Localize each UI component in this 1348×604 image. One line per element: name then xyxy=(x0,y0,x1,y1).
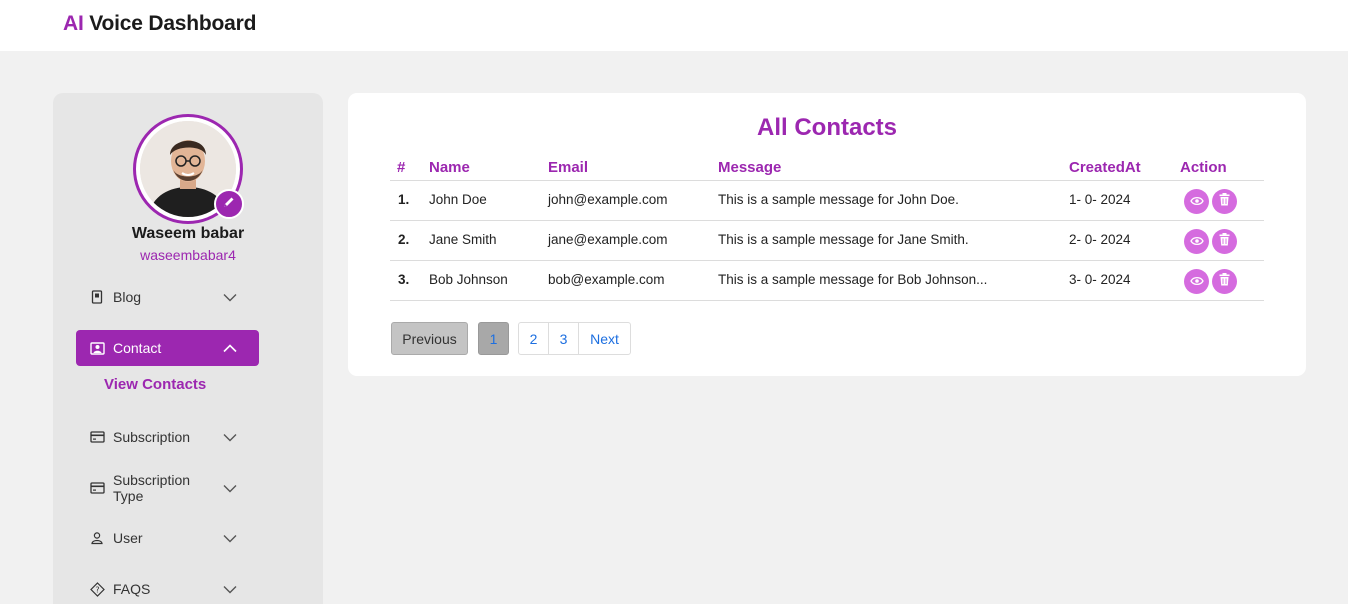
contact-created-at: 1- 0- 2024 xyxy=(1069,192,1131,207)
chevron-down-icon xyxy=(223,290,237,304)
user-icon xyxy=(89,530,105,546)
contact-name: Jane Smith xyxy=(429,232,497,247)
contact-created-at: 2- 0- 2024 xyxy=(1069,232,1131,247)
chevron-down-icon xyxy=(223,481,237,495)
delete-button[interactable] xyxy=(1212,269,1237,294)
pagination-next-button[interactable]: Next xyxy=(578,322,631,355)
avatar-frame xyxy=(133,114,244,224)
sidebar: Waseem babar waseembabar4 Blog Contact V… xyxy=(53,93,323,604)
column-header[interactable]: Email xyxy=(548,159,588,176)
table-row: 3. Bob Johnson bob@example.com This is a… xyxy=(390,261,1264,301)
sidebar-subitem-view-contacts[interactable]: View Contacts xyxy=(104,376,206,393)
profile-handle: waseembabar4 xyxy=(140,247,236,263)
view-button[interactable] xyxy=(1184,189,1209,214)
sidebar-item-label: User xyxy=(113,530,143,546)
credit-card-icon xyxy=(89,480,105,496)
sidebar-item-label: FAQS xyxy=(113,581,151,597)
trash-icon xyxy=(1219,232,1230,251)
table-row: 2. Jane Smith jane@example.com This is a… xyxy=(390,221,1264,261)
chevron-down-icon xyxy=(223,531,237,545)
contact-message: This is a sample message for Bob Johnson… xyxy=(718,272,988,287)
chevron-down-icon xyxy=(223,430,237,444)
delete-button[interactable] xyxy=(1212,189,1237,214)
row-number: 3. xyxy=(398,272,410,287)
pagination-page-3[interactable]: 3 xyxy=(548,322,579,355)
sidebar-item-label: Contact xyxy=(113,340,162,356)
trash-icon xyxy=(1219,272,1230,291)
contact-card-icon xyxy=(89,340,105,356)
contact-email: bob@example.com xyxy=(548,272,665,287)
contact-message: This is a sample message for John Doe. xyxy=(718,192,959,207)
contact-message: This is a sample message for Jane Smith. xyxy=(718,232,969,247)
contact-name: Bob Johnson xyxy=(429,272,508,287)
pencil-icon xyxy=(222,195,236,214)
sidebar-item-label: Subscription Type xyxy=(113,472,191,504)
contact-created-at: 3- 0- 2024 xyxy=(1069,272,1131,287)
contact-email: john@example.com xyxy=(548,192,668,207)
top-bar: AI Voice Dashboard xyxy=(0,0,1348,51)
delete-button[interactable] xyxy=(1212,229,1237,254)
sidebar-item-blog[interactable]: Blog xyxy=(76,279,259,315)
sidebar-item-faqs[interactable]: ? FAQS xyxy=(76,571,259,604)
column-header[interactable]: Name xyxy=(429,159,470,176)
table-header: # Name Email Message CreatedAt Action xyxy=(390,155,1264,181)
row-number: 1. xyxy=(398,192,410,207)
eye-icon xyxy=(1189,273,1204,291)
question-diamond-icon: ? xyxy=(89,581,105,597)
brand-text: Voice Dashboard xyxy=(83,12,257,35)
chevron-up-icon xyxy=(223,341,237,355)
edit-avatar-button[interactable] xyxy=(214,189,244,219)
sidebar-item-subscription[interactable]: Subscription xyxy=(76,419,259,455)
column-header: Action xyxy=(1180,159,1227,176)
contact-email: jane@example.com xyxy=(548,232,668,247)
row-number: 2. xyxy=(398,232,410,247)
table-row: 1. John Doe john@example.com This is a s… xyxy=(390,181,1264,221)
profile-name: Waseem babar xyxy=(131,225,245,242)
sidebar-item-subscription-type[interactable]: Subscription Type xyxy=(76,470,259,506)
pagination-page-1[interactable]: 1 xyxy=(478,322,509,355)
sidebar-item-label: Subscription xyxy=(113,429,191,445)
sidebar-item-label: Blog xyxy=(113,289,142,305)
column-header[interactable]: Message xyxy=(718,159,781,176)
app-title[interactable]: AI Voice Dashboard xyxy=(63,12,256,36)
eye-icon xyxy=(1189,233,1204,251)
contacts-card: All Contacts # Name Email Message Create… xyxy=(348,93,1306,376)
document-icon xyxy=(89,289,105,305)
svg-text:?: ? xyxy=(95,585,99,594)
brand-accent: AI xyxy=(63,12,84,35)
pagination-page-2[interactable]: 2 xyxy=(518,322,549,355)
column-header: # xyxy=(397,159,406,176)
column-header[interactable]: CreatedAt xyxy=(1069,159,1141,176)
sidebar-item-contact[interactable]: Contact xyxy=(76,330,259,366)
contact-name: John Doe xyxy=(429,192,487,207)
sidebar-item-user[interactable]: User xyxy=(76,520,259,556)
trash-icon xyxy=(1219,192,1230,211)
view-button[interactable] xyxy=(1184,269,1209,294)
page-title: All Contacts xyxy=(756,114,897,141)
chevron-down-icon xyxy=(223,582,237,596)
credit-card-icon xyxy=(89,429,105,445)
view-button[interactable] xyxy=(1184,229,1209,254)
eye-icon xyxy=(1189,193,1204,211)
pagination-previous-button[interactable]: Previous xyxy=(391,322,468,355)
